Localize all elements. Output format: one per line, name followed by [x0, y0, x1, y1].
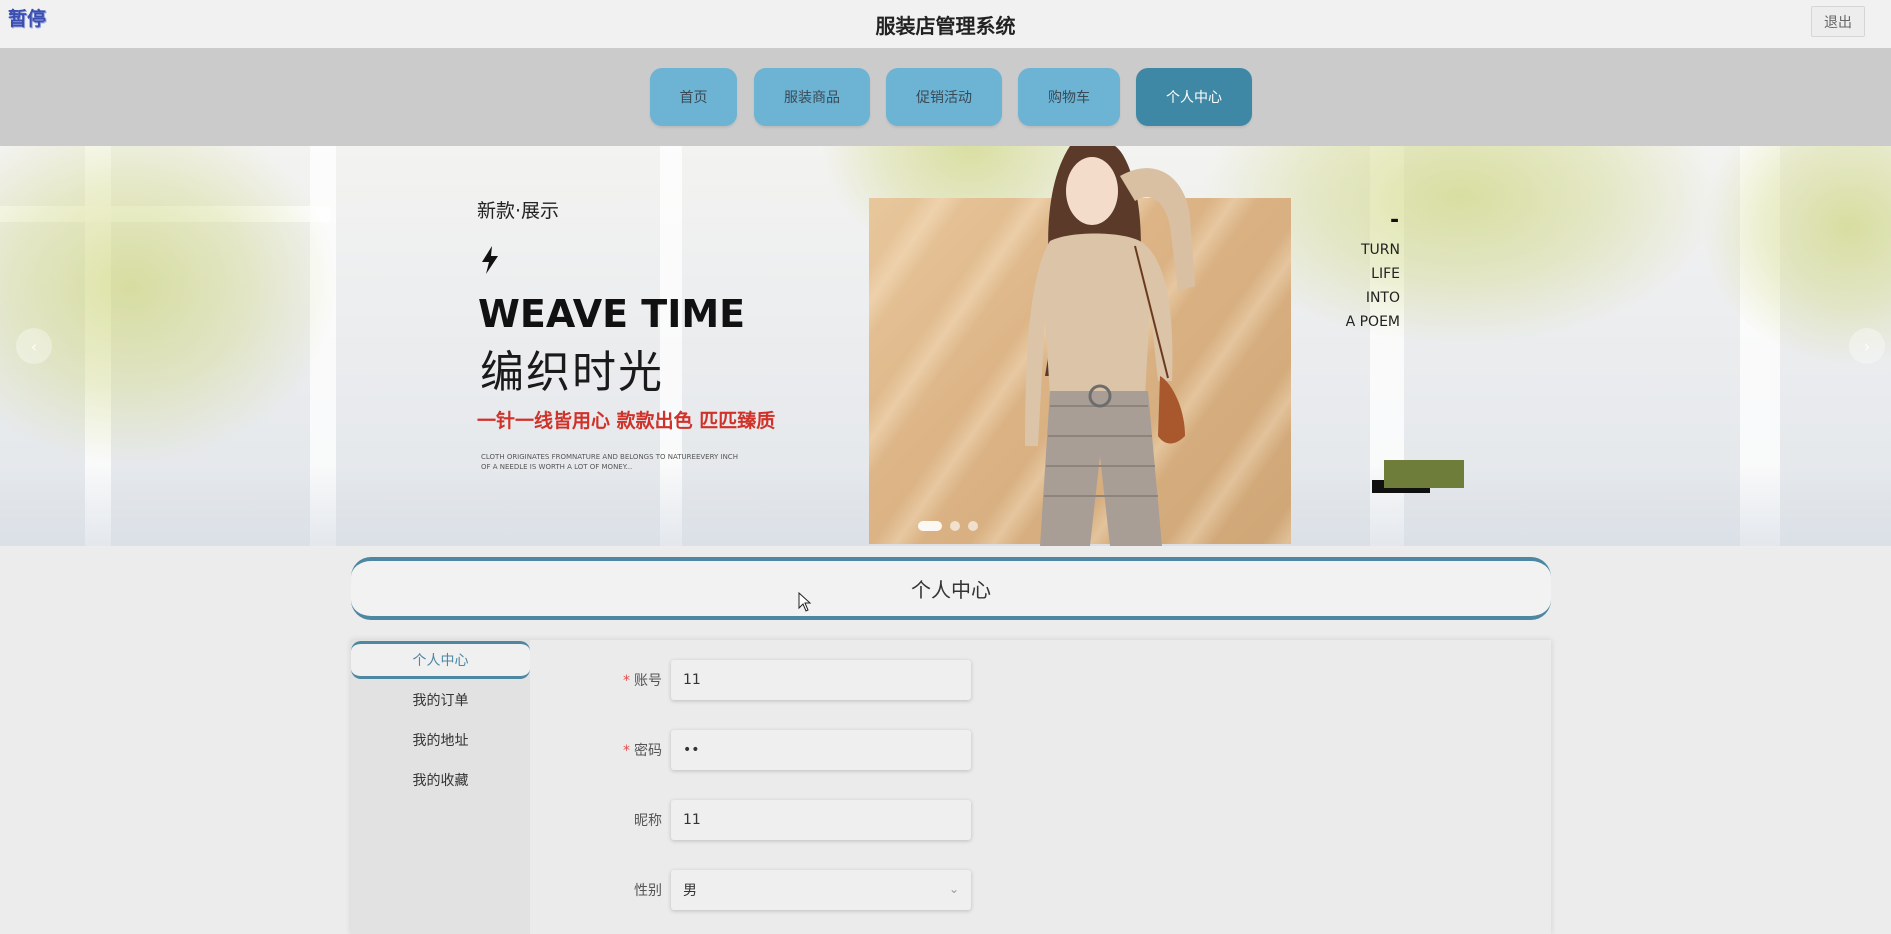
- nav-home[interactable]: 首页: [650, 68, 737, 126]
- side-item-addresses[interactable]: 我的地址: [351, 721, 530, 759]
- nav-cart[interactable]: 购物车: [1018, 68, 1120, 126]
- side-item-favorites[interactable]: 我的收藏: [351, 761, 530, 799]
- logout-button[interactable]: 退出: [1811, 6, 1865, 37]
- banner-title-en: WEAVE TIME: [478, 292, 746, 336]
- account-input[interactable]: 11: [671, 660, 971, 700]
- section-title: 个人中心: [351, 557, 1551, 620]
- form-row-gender: 性别 男 ⌄: [530, 870, 1130, 910]
- banner-title-cn: 编织时光: [480, 347, 664, 398]
- banner-fine-print: CLOTH ORIGINATES FROMNATURE AND BELONGS …: [481, 453, 738, 471]
- account-label: * 账号: [623, 673, 662, 689]
- carousel-dot[interactable]: [968, 521, 978, 531]
- nickname-label: 昵称: [634, 813, 662, 829]
- app-title: 服装店管理系统: [875, 14, 1016, 38]
- poem-line: LIFE: [1371, 266, 1400, 282]
- form-row-nickname: 昵称 11: [530, 800, 1130, 840]
- main-nav: 首页 服装商品 促销活动 购物车 个人中心: [0, 48, 1891, 146]
- mouse-cursor-icon: [798, 592, 812, 612]
- poem-line: INTO: [1365, 290, 1400, 306]
- nav-products[interactable]: 服装商品: [754, 68, 870, 126]
- palm-foliage: [0, 146, 340, 466]
- carousel-dot[interactable]: [950, 521, 960, 531]
- top-bar: 暂停 服装店管理系统 退出: [0, 0, 1891, 48]
- model-illustration: [1025, 146, 1195, 546]
- poem-line: A POEM: [1345, 314, 1400, 330]
- nav-promotions[interactable]: 促销活动: [886, 68, 1002, 126]
- banner-subheading: 新款·展示: [477, 200, 560, 222]
- carousel-dot[interactable]: [918, 521, 942, 531]
- gender-value: 男: [683, 883, 697, 899]
- nav-profile[interactable]: 个人中心: [1136, 68, 1252, 126]
- password-label: * 密码: [623, 743, 662, 759]
- gender-select[interactable]: 男 ⌄: [671, 870, 971, 910]
- form-row-password: * 密码 ••: [530, 730, 1130, 770]
- password-input[interactable]: ••: [671, 730, 971, 770]
- profile-panel: 个人中心 我的订单 我的地址 我的收藏 * 账号 11 * 密码 •• 昵称 11 …: [351, 640, 1551, 934]
- lightning-icon: [482, 246, 498, 274]
- carousel-next-button[interactable]: ›: [1849, 328, 1885, 364]
- promo-banner: 新款·展示 WEAVE TIME 编织时光 一针一线皆用心 款款出色 匹匹臻质 …: [0, 146, 1891, 546]
- carousel-indicators: [918, 521, 978, 531]
- side-item-orders[interactable]: 我的订单: [351, 681, 530, 719]
- form-row-account: * 账号 11: [530, 660, 1130, 700]
- decor-block-green: [1384, 460, 1464, 488]
- side-menu: 个人中心 我的订单 我的地址 我的收藏: [351, 640, 530, 934]
- chevron-left-icon: ‹: [30, 336, 38, 356]
- chevron-right-icon: ›: [1863, 336, 1871, 356]
- carousel-prev-button[interactable]: ‹: [16, 328, 52, 364]
- gender-label: 性别: [634, 883, 662, 899]
- chevron-down-icon: ⌄: [948, 882, 959, 896]
- poem-line: TURN: [1361, 242, 1400, 258]
- nickname-input[interactable]: 11: [671, 800, 971, 840]
- banner-slogan: 一针一线皆用心 款款出色 匹匹臻质: [477, 410, 776, 432]
- poem-dash: -: [1390, 208, 1400, 233]
- side-item-profile[interactable]: 个人中心: [351, 641, 530, 679]
